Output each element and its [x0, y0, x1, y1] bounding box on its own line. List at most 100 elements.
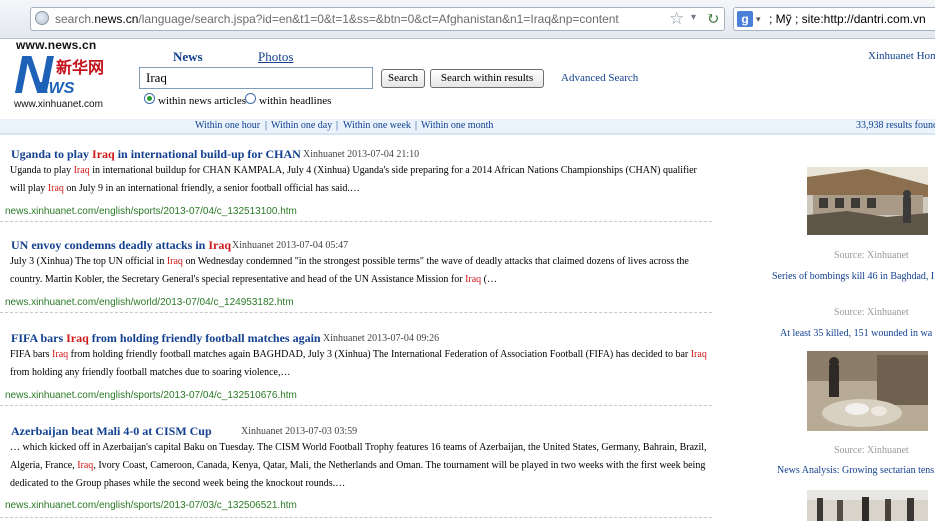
- result-title[interactable]: UN envoy condemns deadly attacks in Iraq: [11, 238, 231, 253]
- title-highlight: Iraq: [208, 238, 232, 252]
- title-highlight: Iraq: [66, 331, 89, 345]
- title-text: Azerbaijan beat Mali 4-0 at CISM Cup: [11, 424, 212, 438]
- side-photo-source: Source: Xinhuanet: [834, 307, 909, 318]
- result-snippet: July 3 (Xinhua) The top UN official in I…: [10, 253, 710, 289]
- snippet-highlight: Iraq: [465, 274, 482, 285]
- snippet-text: dedicated to the Group phases while the …: [10, 478, 346, 489]
- photo-image: [807, 351, 928, 431]
- google-icon[interactable]: g: [737, 11, 753, 27]
- title-text: UN envoy condemns deadly attacks in: [11, 238, 209, 252]
- side-photo-caption[interactable]: News Analysis: Growing sectarian tensi: [777, 465, 935, 476]
- side-photo-caption[interactable]: Series of bombings kill 46 in Baghdad, I: [772, 271, 934, 282]
- search-button[interactable]: Search: [381, 69, 425, 88]
- radio-headlines[interactable]: [245, 93, 256, 104]
- snippet-text: on Wednesday condemned "in the strongest…: [182, 256, 689, 267]
- snippet-highlight: Iraq: [47, 183, 64, 194]
- result-meta: Xinhuanet 2013-07-04 09:26: [323, 333, 440, 344]
- side-photo-wounded[interactable]: [807, 351, 928, 431]
- filter-separator: |: [265, 120, 268, 131]
- bookmark-star-icon[interactable]: ☆: [669, 9, 684, 29]
- search-within-results-button[interactable]: Search within results: [430, 69, 544, 88]
- title-text: in international build-up for CHAN: [114, 147, 301, 161]
- logo-ews-text: EWS: [38, 80, 75, 97]
- snippet-text: from holding friendly football matches a…: [68, 349, 691, 360]
- radio-news-articles-label: within news articles: [158, 95, 246, 107]
- side-photo-crowd[interactable]: [807, 490, 928, 521]
- url-prefix: search.: [55, 12, 95, 26]
- result-snippet: FIFA bars Iraq from holding friendly foo…: [10, 346, 710, 382]
- title-text: Uganda to play: [11, 147, 93, 161]
- history-dropdown-icon[interactable]: ▾: [691, 12, 696, 23]
- snippet-text: , Ivory Coast, Cameroon, Canada, Kenya, …: [93, 460, 706, 471]
- filter-one-day[interactable]: Within one day: [271, 120, 332, 131]
- result-item: UN envoy condemns deadly attacks in Iraq…: [0, 231, 712, 313]
- url-path: /language/search.jspa?id=en&t1=0&t=1&ss=…: [138, 12, 619, 26]
- time-filter-bar: Within one hour | Within one day | Withi…: [0, 119, 935, 135]
- address-bar[interactable]: search.news.cn/language/search.jspa?id=e…: [30, 7, 725, 31]
- logo-domain-text: www.xinhuanet.com: [14, 99, 103, 110]
- search-engine-dropdown-icon[interactable]: ▾: [756, 14, 761, 25]
- browser-search-text[interactable]: ; Mỹ ; site:http://dantri.com.vn: [769, 12, 935, 26]
- photo-image: [807, 167, 928, 235]
- side-photo-bombing[interactable]: [807, 167, 928, 235]
- globe-icon: [35, 11, 49, 25]
- result-meta: Xinhuanet 2013-07-04 21:10: [303, 149, 420, 160]
- filter-separator: |: [336, 120, 339, 131]
- result-item: Uganda to play Iraq in international bui…: [0, 140, 712, 222]
- filter-one-hour[interactable]: Within one hour: [195, 120, 260, 131]
- title-text: FIFA bars: [11, 331, 67, 345]
- browser-toolbar: search.news.cn/language/search.jspa?id=e…: [0, 0, 935, 39]
- snippet-text: from holding any friendly football match…: [10, 367, 291, 378]
- result-url[interactable]: news.xinhuanet.com/english/sports/2013-0…: [5, 500, 297, 511]
- result-snippet: Uganda to play Iraq in international bui…: [10, 162, 710, 198]
- result-title[interactable]: Uganda to play Iraq in international bui…: [11, 147, 301, 162]
- title-text: from holding friendly football matches a…: [88, 331, 321, 345]
- photo-image: [807, 490, 928, 521]
- side-photo-caption[interactable]: At least 35 killed, 151 wounded in wa: [780, 328, 932, 339]
- logo-chinese-text: 新华网: [56, 58, 105, 77]
- radio-headlines-label: within headlines: [259, 95, 332, 107]
- result-url[interactable]: news.xinhuanet.com/english/sports/2013-0…: [5, 390, 297, 401]
- results-count: 33,938 results found: [856, 120, 935, 131]
- result-snippet: … which kicked off in Azerbaijan's capit…: [10, 439, 710, 493]
- snippet-text: July 3 (Xinhua) The top UN official in: [10, 256, 167, 267]
- xinhua-logo[interactable]: www.news.cn N 新华网 EWS www.xinhuanet.com: [14, 38, 110, 114]
- result-meta: Xinhuanet 2013-07-04 05:47: [232, 240, 349, 251]
- url-text[interactable]: search.news.cn/language/search.jspa?id=e…: [55, 12, 665, 26]
- radio-news-articles[interactable]: [144, 93, 155, 104]
- search-input[interactable]: [139, 67, 373, 89]
- result-url[interactable]: news.xinhuanet.com/english/world/2013-07…: [5, 297, 294, 308]
- snippet-text: … which kicked off in Azerbaijan's capit…: [10, 442, 707, 453]
- snippet-highlight: Iraq: [73, 165, 90, 176]
- snippet-highlight: Iraq: [52, 349, 69, 360]
- snippet-highlight: Iraq: [77, 460, 94, 471]
- snippet-highlight: Iraq: [166, 256, 183, 267]
- advanced-search-link[interactable]: Advanced Search: [561, 72, 638, 84]
- snippet-text: (…: [481, 274, 498, 285]
- snippet-text: Uganda to play: [10, 165, 74, 176]
- filter-one-month[interactable]: Within one month: [421, 120, 493, 131]
- snippet-highlight: Iraq: [690, 349, 707, 360]
- snippet-text: FIFA bars: [10, 349, 53, 360]
- snippet-text: in international buildup for CHAN KAMPAL…: [89, 165, 697, 176]
- title-highlight: Iraq: [92, 147, 115, 161]
- filter-separator: |: [415, 120, 418, 131]
- xinhuanet-home-link[interactable]: Xinhuanet Home: [868, 50, 935, 62]
- snippet-text: country. Martin Kobler, the Secretary Ge…: [10, 274, 466, 285]
- result-meta: Xinhuanet 2013-07-03 03:59: [241, 426, 358, 437]
- side-photo-source: Source: Xinhuanet: [834, 250, 909, 261]
- tab-news[interactable]: News: [173, 49, 203, 65]
- snippet-text: on July 9 in an international friendly, …: [63, 183, 360, 194]
- result-item: Azerbaijan beat Mali 4-0 at CISM Cup Xin…: [0, 417, 712, 518]
- result-title[interactable]: FIFA bars Iraq from holding friendly foo…: [11, 331, 321, 346]
- result-title[interactable]: Azerbaijan beat Mali 4-0 at CISM Cup: [11, 424, 212, 439]
- snippet-text: will play: [10, 183, 48, 194]
- url-host: news.cn: [94, 12, 139, 26]
- snippet-text: Algeria, France,: [10, 460, 78, 471]
- side-photo-source: Source: Xinhuanet: [834, 445, 909, 456]
- reload-icon[interactable]: ↻: [706, 9, 719, 29]
- tab-photos[interactable]: Photos: [258, 49, 293, 65]
- result-url[interactable]: news.xinhuanet.com/english/sports/2013-0…: [5, 206, 297, 217]
- filter-one-week[interactable]: Within one week: [343, 120, 411, 131]
- browser-search-box[interactable]: g ▾ ; Mỹ ; site:http://dantri.com.vn: [733, 7, 935, 31]
